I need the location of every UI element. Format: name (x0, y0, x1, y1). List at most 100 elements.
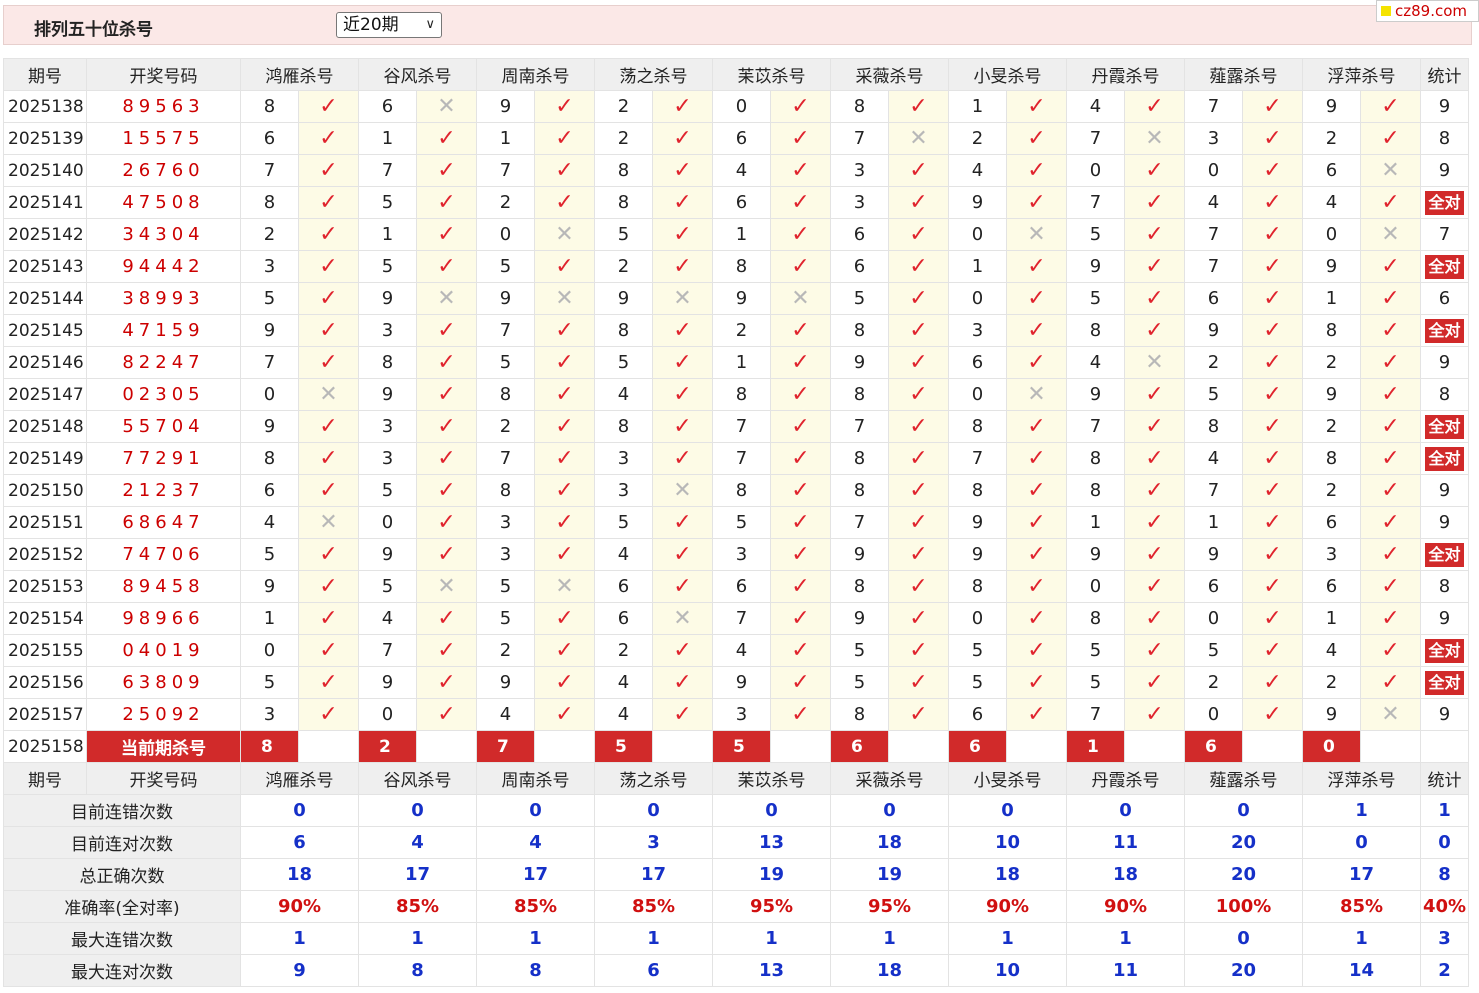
top-bar: 排列五十位杀号 近20期 ∨ (3, 5, 1472, 45)
kill-number-cell: 9 (830, 538, 889, 571)
check-icon: ✓ (437, 317, 456, 343)
check-icon: ✓ (791, 317, 810, 343)
result-mark-cell: ✓ (770, 538, 831, 571)
result-mark-cell: ✓ (1242, 346, 1303, 379)
kill-number-cell: 8 (1066, 314, 1125, 347)
result-mark-cell: ✓ (1360, 474, 1421, 507)
table-row: 2025157 25092 3 ✓ 0 ✓ 4 ✓ 4 ✓ 3 ✓ 8 ✓ 6 ✓ 7 ✓ 0 ✓ 9 ✕ 9 (3, 698, 1469, 731)
check-icon: ✓ (1381, 189, 1400, 215)
result-mark-cell: ✓ (1006, 282, 1067, 315)
result-mark-cell: ✓ (1124, 474, 1185, 507)
kill-number-cell: 9 (476, 90, 535, 123)
kill-number-cell: 5 (240, 666, 299, 699)
result-mark-cell: ✓ (1360, 346, 1421, 379)
result-mark-cell: ✓ (1124, 186, 1185, 219)
period-cell: 2025153 (3, 570, 87, 603)
check-icon: ✓ (791, 445, 810, 471)
stat-value: 40% (1420, 890, 1469, 923)
kill-number-cell: 5 (476, 346, 535, 379)
result-mark-cell: ✓ (416, 218, 477, 251)
result-mark-cell: ✓ (534, 442, 595, 475)
period-cell: 2025149 (3, 442, 87, 475)
result-mark-cell: ✓ (1006, 122, 1067, 155)
result-mark-cell: ✓ (534, 186, 595, 219)
kill-number-cell: 9 (476, 666, 535, 699)
row-stat-cell: 全对 (1420, 538, 1469, 571)
column-header: 周南杀号 (476, 58, 595, 91)
result-mark-cell: ✓ (1242, 154, 1303, 187)
draw-number-cell: 21237 (86, 474, 241, 507)
result-mark-cell: ✓ (1242, 570, 1303, 603)
kill-number-cell: 4 (476, 698, 535, 731)
period-range-select[interactable]: 近20期 ∨ (336, 12, 442, 38)
result-mark-cell: ✓ (1006, 250, 1067, 283)
stat-label: 准确率(全对率) (3, 890, 241, 923)
result-mark-cell: ✓ (1006, 538, 1067, 571)
result-mark-cell: ✓ (534, 634, 595, 667)
stat-value: 18 (830, 954, 949, 987)
check-icon: ✓ (437, 701, 456, 727)
table-row: 2025142 34304 2 ✓ 1 ✓ 0 ✕ 5 ✓ 1 ✓ 6 ✓ 0 ✕ 5 ✓ 7 ✓ 0 ✕ 7 (3, 218, 1469, 251)
check-icon: ✓ (319, 445, 338, 471)
check-icon: ✓ (1145, 93, 1164, 119)
kill-number-cell: 5 (1184, 634, 1243, 667)
result-mark-cell: ✓ (888, 282, 949, 315)
kill-number-cell: 8 (712, 474, 771, 507)
check-icon: ✓ (791, 477, 810, 503)
kill-number-cell: 7 (240, 154, 299, 187)
stat-value: 95% (712, 890, 831, 923)
period-cell: 2025140 (3, 154, 87, 187)
stat-label: 总正确次数 (3, 858, 241, 891)
check-icon: ✓ (555, 253, 574, 279)
check-icon: ✓ (909, 317, 928, 343)
stat-value: 3 (1420, 922, 1469, 955)
stat-value: 1 (712, 922, 831, 955)
check-icon: ✓ (319, 253, 338, 279)
empty-cell (888, 730, 949, 763)
result-mark-cell: ✓ (1242, 474, 1303, 507)
current-kill-cell: 2 (358, 730, 417, 763)
all-correct-badge: 全对 (1425, 446, 1464, 471)
empty-cell (1420, 730, 1469, 763)
result-mark-cell: ✓ (652, 634, 713, 667)
result-mark-cell: ✓ (298, 346, 359, 379)
check-icon: ✓ (791, 541, 810, 567)
result-mark-cell: ✓ (770, 666, 831, 699)
table-row: 2025152 74706 5 ✓ 9 ✓ 3 ✓ 4 ✓ 3 ✓ 9 ✓ 9 ✓ 9 ✓ 9 ✓ 3 ✓ 全对 (3, 538, 1469, 571)
result-mark-cell: ✓ (534, 346, 595, 379)
kill-number-cell: 3 (358, 410, 417, 443)
check-icon: ✓ (909, 157, 928, 183)
result-mark-cell: ✓ (416, 250, 477, 283)
site-logo[interactable]: cz89.com (1376, 0, 1479, 22)
row-stat-cell: 9 (1420, 698, 1469, 731)
stat-value: 17 (358, 858, 477, 891)
result-mark-cell: ✓ (1242, 538, 1303, 571)
kill-number-cell: 1 (476, 122, 535, 155)
kill-number-cell: 7 (476, 314, 535, 347)
row-stat-cell: 9 (1420, 346, 1469, 379)
stat-value: 1 (830, 922, 949, 955)
result-mark-cell: ✕ (1360, 154, 1421, 187)
check-icon: ✓ (1027, 669, 1046, 695)
kill-number-cell: 6 (1302, 570, 1361, 603)
kill-number-cell: 8 (1066, 474, 1125, 507)
result-mark-cell: ✓ (1006, 314, 1067, 347)
stat-value: 11 (1066, 954, 1185, 987)
result-mark-cell: ✓ (770, 570, 831, 603)
row-stat-cell: 全对 (1420, 186, 1469, 219)
row-stat-cell: 全对 (1420, 410, 1469, 443)
stat-value: 0 (1184, 922, 1303, 955)
stat-value: 18 (948, 858, 1067, 891)
table-row: 2025146 82247 7 ✓ 8 ✓ 5 ✓ 5 ✓ 1 ✓ 9 ✓ 6 ✓ 4 ✕ 2 ✓ 2 ✓ 9 (3, 346, 1469, 379)
table-row: 2025139 15575 6 ✓ 1 ✓ 1 ✓ 2 ✓ 6 ✓ 7 ✕ 2 ✓ 7 ✕ 3 ✓ 2 ✓ 8 (3, 122, 1469, 155)
kill-number-cell: 1 (1184, 506, 1243, 539)
kill-number-cell: 9 (1184, 314, 1243, 347)
kill-number-cell: 8 (830, 90, 889, 123)
check-icon: ✓ (909, 669, 928, 695)
row-stat-cell: 9 (1420, 602, 1469, 635)
kill-number-cell: 4 (594, 378, 653, 411)
column-header: 丹霞杀号 (1066, 762, 1185, 795)
result-mark-cell: ✓ (1360, 122, 1421, 155)
page-title: 排列五十位杀号 (34, 20, 153, 40)
kill-number-cell: 4 (1302, 634, 1361, 667)
